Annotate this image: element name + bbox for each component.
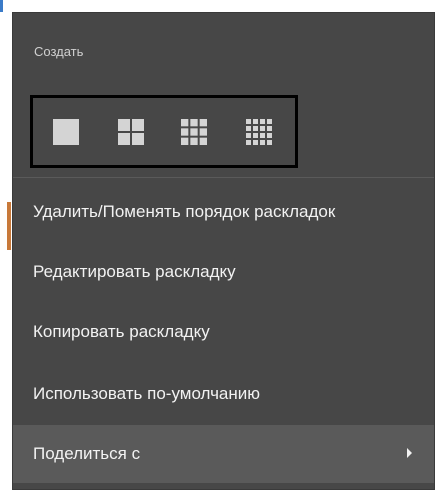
grid-cell: [199, 128, 207, 136]
submenu-arrow-icon: [407, 448, 412, 458]
grid-cell: [260, 119, 265, 124]
grid-cell: [253, 126, 258, 131]
grid-cell: [118, 133, 130, 145]
menu-item-label: Поделиться с: [33, 444, 141, 463]
grid-cell: [246, 119, 251, 124]
grid-cell: [190, 137, 198, 145]
menu-item-share-with[interactable]: Поделиться с: [13, 425, 434, 483]
grid-cell: [267, 126, 272, 131]
layout-grid-picker: [30, 95, 298, 168]
grid-cell: [199, 119, 207, 127]
background-accent-tick: [7, 202, 11, 250]
grid-cell: [267, 133, 272, 138]
menu-item-copy-layout[interactable]: Копировать раскладку: [13, 303, 434, 361]
grid-4x4-icon: [246, 119, 272, 145]
menu-item-label: Копировать раскладку: [33, 322, 210, 341]
grid-cell: [253, 140, 258, 145]
grid-3x3-icon: [181, 119, 207, 145]
grid-cell: [181, 137, 189, 145]
background-accent: [0, 0, 3, 12]
create-section-title: Создать: [34, 44, 84, 59]
grid-cell: [190, 128, 198, 136]
grid-cell: [199, 137, 207, 145]
layout-3x3-option[interactable]: [181, 119, 207, 145]
grid-2x2-icon: [118, 119, 144, 145]
menu-divider: [13, 177, 434, 178]
grid-cell: [181, 119, 189, 127]
background-window-left-edge: [0, 12, 12, 497]
background-window-bottom-edge: [0, 490, 435, 497]
layout-2x2-option[interactable]: [118, 119, 144, 145]
grid-cell: [260, 126, 265, 131]
grid-cell: [267, 140, 272, 145]
grid-cell: [132, 119, 144, 131]
menu-item-use-by-default[interactable]: Использовать по-умолчанию: [13, 365, 434, 423]
grid-cell: [253, 133, 258, 138]
grid-cell: [246, 140, 251, 145]
grid-cell: [253, 119, 258, 124]
grid-1x1-icon: [53, 119, 79, 145]
grid-cell: [260, 140, 265, 145]
grid-cell: [246, 133, 251, 138]
grid-cell: [53, 119, 79, 145]
grid-cell: [267, 119, 272, 124]
grid-cell: [118, 119, 130, 131]
menu-item-label: Использовать по-умолчанию: [33, 384, 261, 403]
background-window-edge: [0, 0, 435, 12]
grid-cell: [246, 126, 251, 131]
menu-item-delete-reorder-layouts[interactable]: Удалить/Поменять порядок раскладок: [13, 183, 434, 241]
layout-1x1-option[interactable]: [53, 119, 79, 145]
grid-cell: [260, 133, 265, 138]
grid-cell: [181, 128, 189, 136]
menu-item-edit-layout[interactable]: Редактировать раскладку: [13, 243, 434, 301]
menu-item-label: Удалить/Поменять порядок раскладок: [33, 202, 336, 221]
layout-4x4-option[interactable]: [246, 119, 272, 145]
context-menu: Создать Удалить/Поменять порядок расклад…: [12, 12, 435, 490]
grid-cell: [132, 133, 144, 145]
grid-cell: [190, 119, 198, 127]
menu-item-label: Редактировать раскладку: [33, 262, 236, 281]
